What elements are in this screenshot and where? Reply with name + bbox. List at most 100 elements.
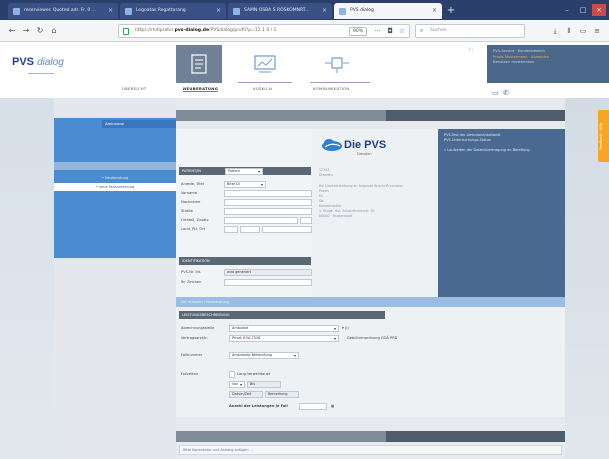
- browser-tab[interactable]: Logoatas Regattarang ×: [120, 3, 226, 19]
- street-input[interactable]: [224, 208, 312, 215]
- right-link[interactable]: » Laufzeiten der Datenübertragung an Ber…: [444, 148, 559, 153]
- zip-input[interactable]: [240, 226, 260, 233]
- salutation-select[interactable]: Bitte Di: [224, 181, 266, 188]
- form-row: Land, Plz, Ort: [179, 225, 312, 234]
- contract-doctor-select[interactable]: Privat GOA-7328: [229, 335, 339, 342]
- close-icon[interactable]: ×: [108, 3, 113, 19]
- district-extra-input[interactable]: [300, 217, 312, 224]
- download-icon[interactable]: ⤓: [549, 25, 561, 37]
- pvs-logo[interactable]: PVS dialog: [12, 56, 64, 68]
- form-row: Ihr Zeichen: [179, 278, 312, 287]
- form-row: Vorname: [179, 189, 312, 198]
- form-row: Fallnummer Ambulante Behandlung: [179, 351, 439, 360]
- long-stay-checkbox[interactable]: [229, 371, 235, 378]
- form-row: Fallzeiten Lang-Verweildauer: [181, 371, 271, 378]
- search-input[interactable]: ⌕ Suchen: [415, 24, 525, 38]
- form-row: Vertragsarzt/in Privat GOA-7328 Gebühren…: [179, 334, 439, 343]
- info-line: 00000 · Musterstadt: [319, 214, 353, 218]
- case-type-select[interactable]: Ambulante Behandlung: [229, 352, 299, 359]
- nav-underline: [238, 82, 292, 83]
- search-icon: ⌕: [420, 27, 424, 34]
- tab-favicon-icon: [233, 8, 240, 15]
- phone-icon[interactable]: ✆: [503, 89, 509, 97]
- header-icons: ▭ ✆: [492, 89, 509, 97]
- right-info-panel: PVS-Test der Ambulanz/stationär PVS-Unte…: [438, 129, 565, 297]
- user-line: PVS-Service · Kundenbereich: [493, 49, 545, 53]
- minimize-icon[interactable]: –: [560, 4, 574, 16]
- section-header-identification: IDENTIFIKATION: [179, 257, 311, 265]
- section-header-service: LEISTUNGSBESCHREIBUNG: [179, 311, 385, 319]
- nav-info-icon[interactable]: [242, 45, 288, 83]
- patient-type-select[interactable]: Patient: [225, 168, 263, 175]
- site-header: PVS dialog ÜBERSICHT NEUBERATUNG AUSKU.N…: [0, 42, 609, 98]
- maximize-icon[interactable]: □: [576, 4, 590, 16]
- calendar-icon[interactable]: ▦: [331, 404, 334, 408]
- pvs-cloud-icon: [322, 139, 342, 151]
- first-name-input[interactable]: [224, 190, 312, 197]
- tab-favicon-icon: [339, 8, 346, 15]
- nav-communication-icon[interactable]: [314, 45, 360, 83]
- browser-tab-active[interactable]: PVS dialog ×: [334, 3, 442, 19]
- to-field[interactable]: Bis: [247, 381, 281, 388]
- background-left: [0, 98, 54, 459]
- count-input[interactable]: [299, 403, 327, 410]
- district-input[interactable]: [224, 217, 298, 224]
- country-input[interactable]: [224, 226, 238, 233]
- sidebar-divider: [54, 162, 176, 170]
- close-icon[interactable]: ×: [432, 3, 437, 19]
- menu-icon[interactable]: ≡: [591, 25, 603, 37]
- comment-field[interactable]: Bitte Kommentar und Anhang anfügen ...: [179, 445, 562, 455]
- nav-communication[interactable]: KOMMUNIKATION: [313, 86, 349, 91]
- header-controls[interactable]: X |: [468, 47, 473, 52]
- nav-underline: [310, 82, 370, 83]
- user-panel[interactable]: PVS-Service · Kundenbereich Praxis Muste…: [487, 45, 609, 83]
- pocket-icon[interactable]: ◘: [387, 26, 393, 37]
- nav-new-consultation-icon[interactable]: [176, 45, 222, 83]
- feedback-tab[interactable]: Feedback · Hilfe: [598, 110, 609, 162]
- nav-info[interactable]: AUSKU.N: [253, 86, 272, 91]
- browser-tab-bar: reserviewer. Quoted adr. Fr. 0 ... × Log…: [0, 0, 609, 20]
- browser-tab[interactable]: reserviewer. Quoted adr. Fr. 0 ... ×: [8, 3, 118, 19]
- sidebar: Ambulanz • Neuberatung • neue Fallanmeld…: [54, 98, 176, 459]
- forward-icon[interactable]: →: [20, 25, 32, 37]
- close-icon[interactable]: ×: [322, 3, 327, 19]
- nav-overview[interactable]: ÜBERSICHT: [122, 86, 146, 91]
- form-row: Anzahl der Leistungen je Fall ▦: [229, 403, 335, 410]
- home-icon[interactable]: ⌂: [48, 25, 60, 37]
- sidebar-item-ambulanz[interactable]: Ambulanz: [102, 120, 176, 128]
- lock-icon: [123, 28, 129, 35]
- library-icon[interactable]: ⫴: [563, 25, 575, 37]
- close-icon[interactable]: ×: [216, 3, 221, 19]
- more-icon[interactable]: ···: [374, 26, 381, 37]
- star-icon[interactable]: ☆: [399, 26, 405, 37]
- last-name-input[interactable]: [224, 199, 312, 206]
- fee-schedule-note: Gebührenordnung GOÄ PRD: [347, 336, 398, 340]
- nav-new-consultation[interactable]: NEUBERATUNG: [183, 86, 219, 92]
- reference-input[interactable]: [224, 279, 312, 286]
- tab-favicon-icon: [13, 8, 20, 15]
- from-select[interactable]: Von: [229, 381, 245, 388]
- address-bar[interactable]: https://mitiprater.pvs-dialog.de/PVSdial…: [118, 24, 410, 38]
- sidebar-item-new-consultation[interactable]: • Neuberatung: [54, 174, 176, 182]
- browser-tab[interactable]: SAMN OSBA S ROSKOMNRT... ×: [228, 3, 332, 19]
- form-row: Ortsteil, Zusatz: [179, 216, 312, 225]
- tab-title: PVS dialog: [350, 8, 374, 13]
- new-tab-icon[interactable]: +: [445, 5, 457, 17]
- col-header-note: Bemerkung: [265, 391, 299, 398]
- billing-office-select[interactable]: Ambulant: [229, 325, 339, 332]
- zoom-level[interactable]: 90%: [348, 27, 367, 36]
- mail-icon[interactable]: ▭: [492, 89, 499, 97]
- die-pvs-logo: Die PVS Dresden: [321, 138, 386, 156]
- form-row: Straße: [179, 207, 312, 216]
- sidebar-item-new-case[interactable]: • neue Fallanmeldung: [54, 183, 176, 191]
- back-icon[interactable]: ←: [6, 25, 18, 37]
- close-window-icon[interactable]: ×: [592, 4, 606, 16]
- reload-icon[interactable]: ↻: [34, 25, 46, 37]
- city-input[interactable]: [262, 226, 312, 233]
- sidebar-icon[interactable]: ▭: [577, 25, 589, 37]
- pvs-number-input: wird generiert: [224, 269, 312, 276]
- form-row: Abrechnungsstelle Ambulant ▾ (i): [179, 324, 439, 333]
- user-logout-link[interactable]: Praxis Mustermann · Abmelden: [493, 55, 603, 59]
- form-row: Anrede, Titel Bitte Di: [179, 180, 311, 189]
- form-row: PVS-Nr. lfd. wird generiert: [179, 268, 312, 277]
